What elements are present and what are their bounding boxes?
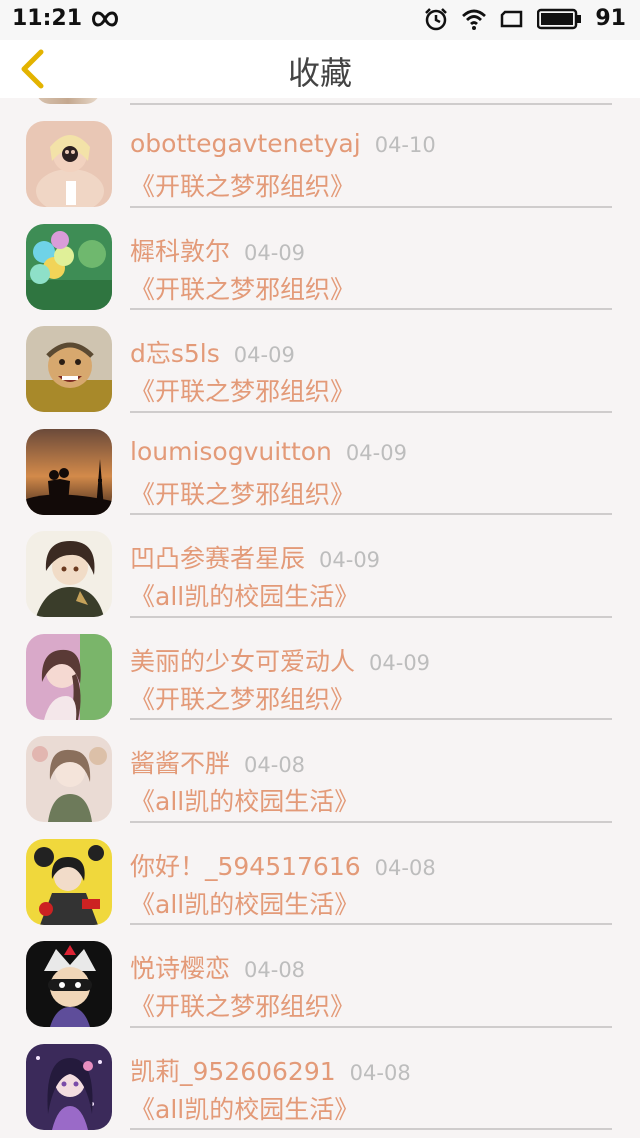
date: 04-10 <box>374 133 436 157</box>
username: 凹凸参赛者星辰 <box>130 544 306 573</box>
list-item[interactable]: 悦诗樱恋 04-08 《开联之梦邪组织》 <box>0 925 640 1028</box>
username: 美丽的少女可爱动人 <box>130 646 356 676</box>
avatar <box>26 121 112 207</box>
window-icon <box>501 10 523 27</box>
username: 酱酱不胖 <box>130 749 231 778</box>
avatar <box>26 428 112 515</box>
date: 04-09 <box>233 343 295 367</box>
avatar <box>26 223 112 310</box>
status-time: 11:21 <box>12 6 83 31</box>
list-item[interactable]: 美丽的少女可爱动人 04-09 《开联之梦邪组织》 <box>0 618 640 720</box>
header: 收藏 <box>0 40 640 98</box>
username: 你好！_594517616 <box>130 851 361 881</box>
username: obottegavtenetyaj <box>130 129 361 158</box>
date: 04-08 <box>374 855 436 880</box>
list-item[interactable]: d忘s5ls 04-09 《开联之梦邪组织》 <box>0 310 640 413</box>
list-item[interactable]: 你好！_594517616 04-08 《all凯的校园生活》 <box>0 823 640 925</box>
list-item[interactable]: obottegavtenetyaj 04-10 《开联之梦邪组织》 <box>0 105 640 208</box>
list-item[interactable]: 凹凸参赛者星辰 04-09 《all凯的校园生活》 <box>0 515 640 618</box>
username: 樨科敦尔 <box>130 236 231 266</box>
book-title: 《开联之梦邪组织》 <box>130 172 356 201</box>
date: 04-08 <box>244 753 306 777</box>
divider <box>130 1128 612 1130</box>
book-title: 《开联之梦邪组织》 <box>130 274 356 304</box>
favorites-list[interactable]: obottegavtenetyaj 04-10 《开联之梦邪组织》 樨科敦尔 0… <box>0 98 640 1138</box>
date: 04-08 <box>349 1060 411 1085</box>
page-title: 收藏 <box>287 54 352 92</box>
avatar <box>26 941 112 1027</box>
book-title: 《开联之梦邪组织》 <box>130 992 356 1021</box>
date: 04-09 <box>345 440 407 465</box>
date: 04-09 <box>369 650 431 675</box>
username: d忘s5ls <box>130 339 220 368</box>
date: 04-09 <box>244 240 306 265</box>
battery-icon <box>537 8 582 29</box>
username: loumisogvuitton <box>130 436 332 466</box>
book-title: 《开联之梦邪组织》 <box>130 377 356 406</box>
avatar <box>26 633 112 720</box>
link-icon <box>92 11 118 27</box>
status-icons: 91 <box>423 6 626 31</box>
username: 凯莉_952606291 <box>130 1056 336 1086</box>
chevron-left-icon <box>21 49 44 89</box>
list-item[interactable]: loumisogvuitton 04-09 《开联之梦邪组织》 <box>0 413 640 515</box>
list-item[interactable]: 樨科敦尔 04-09 《开联之梦邪组织》 <box>0 208 640 310</box>
back-button[interactable] <box>12 46 52 92</box>
avatar <box>36 98 100 104</box>
battery-percent: 91 <box>595 6 626 31</box>
book-title: 《all凯的校园生活》 <box>130 582 360 611</box>
avatar <box>26 838 112 925</box>
list-item[interactable]: 酱酱不胖 04-08 《all凯的校园生活》 <box>0 720 640 823</box>
avatar <box>26 326 112 412</box>
avatar <box>26 1043 112 1130</box>
book-title: 《all凯的校园生活》 <box>130 787 360 816</box>
book-title: 《all凯的校园生活》 <box>130 889 360 919</box>
date: 04-09 <box>319 548 381 572</box>
wifi-icon <box>462 9 487 30</box>
status-bar: 11:21 91 <box>0 0 640 40</box>
book-title: 《all凯的校园生活》 <box>130 1094 360 1124</box>
avatar <box>26 531 112 617</box>
username: 悦诗樱恋 <box>130 954 231 983</box>
alarm-icon <box>425 7 448 30</box>
book-title: 《开联之梦邪组织》 <box>130 684 356 714</box>
list-item[interactable]: 凯莉_952606291 04-08 《all凯的校园生活》 <box>0 1028 640 1130</box>
avatar <box>26 736 112 822</box>
book-title: 《开联之梦邪组织》 <box>130 479 356 509</box>
date: 04-08 <box>244 958 306 982</box>
